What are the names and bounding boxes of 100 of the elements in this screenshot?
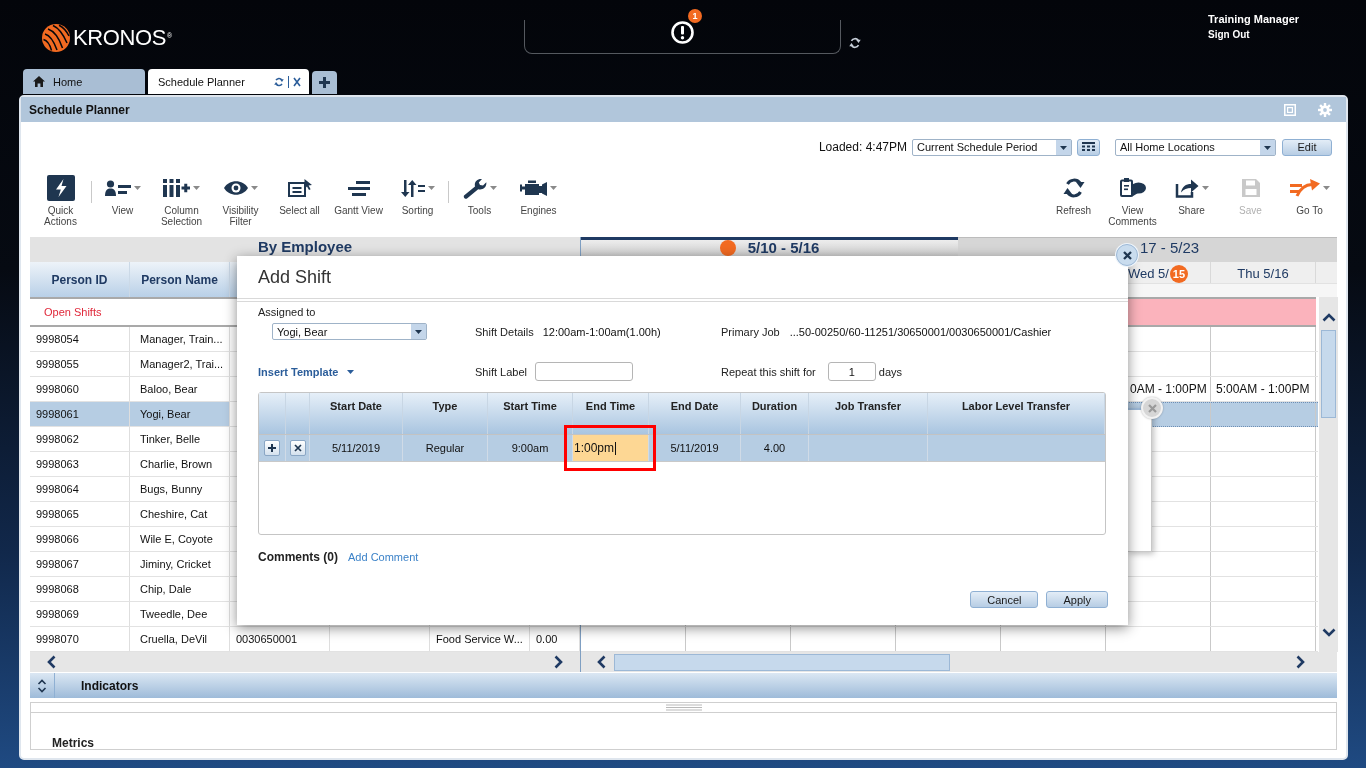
scroll-thumb[interactable] — [614, 653, 950, 671]
save-icon — [1241, 179, 1260, 197]
column-header[interactable]: Person ID — [30, 262, 130, 297]
table-cell[interactable]: 9998069 — [30, 602, 130, 626]
toolbar-button[interactable]: View Comments — [1103, 172, 1162, 236]
open-shift-cell[interactable] — [1128, 299, 1211, 325]
delete-row-button[interactable] — [289, 440, 306, 456]
caret-icon — [133, 186, 141, 190]
grip-icon[interactable] — [665, 704, 702, 711]
toolbar-button[interactable]: Go To — [1280, 172, 1339, 236]
week-header[interactable]: 17 - 5/23 — [958, 237, 1337, 256]
calendar-button[interactable] — [1077, 138, 1100, 156]
caret-icon — [1322, 186, 1330, 190]
table-cell[interactable]: 9998070 — [30, 627, 130, 651]
table-cell[interactable]: Baloo, Bear — [130, 377, 230, 401]
add-comment-link[interactable]: Add Comment — [348, 551, 419, 563]
toolbar-button[interactable]: Quick Actions — [31, 172, 90, 236]
open-shift-cell[interactable] — [1211, 299, 1316, 325]
table-cell[interactable]: 9998064 — [30, 477, 130, 501]
toolbar-button[interactable]: Tools — [450, 172, 509, 236]
table-cell[interactable]: Wile E, Coyote — [130, 527, 230, 551]
table-cell[interactable]: 9998067 — [30, 552, 130, 576]
chevron-right-icon[interactable] — [1296, 655, 1305, 669]
close-icon — [1122, 250, 1132, 260]
column-header: Labor Level Transfer — [928, 393, 1105, 434]
insert-template-link[interactable]: Insert Template — [258, 365, 354, 378]
chevron-up-icon[interactable] — [1321, 313, 1336, 322]
period-select[interactable]: Current Schedule Period — [912, 138, 1072, 156]
table-cell[interactable]: 9998055 — [30, 352, 130, 376]
table-cell[interactable]: Manager, Train... — [130, 327, 230, 351]
new-tab-button[interactable] — [312, 71, 337, 94]
grid-value: Regular — [425, 442, 465, 454]
toolbar-button[interactable]: Engines — [509, 172, 568, 236]
bars-icon — [347, 180, 370, 196]
wrench-icon — [462, 177, 487, 199]
scroll-thumb[interactable] — [1321, 330, 1336, 418]
table-cell[interactable]: Bugs, Bunny — [130, 477, 230, 501]
toolbar-button[interactable]: View — [93, 172, 152, 236]
sort-arrows-icon — [400, 179, 425, 197]
toolbar-button[interactable]: Column Selection — [152, 172, 211, 236]
alert-icon[interactable] — [671, 21, 694, 44]
columns-plus-icon — [163, 179, 190, 197]
chevron-left-icon[interactable] — [47, 655, 56, 669]
table-cell[interactable]: Tweedle, Dee — [130, 602, 230, 626]
table-cell[interactable]: 9998061 — [30, 402, 130, 426]
location-select[interactable]: All Home Locations — [1115, 138, 1276, 156]
close-button[interactable] — [1116, 244, 1138, 266]
shift-time[interactable]: 5:00AM - 1:00PM — [1216, 382, 1310, 396]
column-header[interactable]: Person Name — [130, 262, 230, 297]
unit-label: days — [878, 364, 903, 379]
caret-icon — [1201, 186, 1209, 190]
table-cell[interactable]: Yogi, Bear — [130, 402, 230, 426]
chevron-right-icon[interactable] — [554, 655, 563, 669]
table-cell[interactable]: Cruella, DeVil — [130, 627, 230, 651]
table-cell[interactable]: Charlie, Brown — [130, 452, 230, 476]
chevron-down-icon[interactable] — [1321, 628, 1336, 637]
refresh-icon[interactable] — [274, 76, 284, 87]
add-row-button[interactable] — [264, 440, 280, 456]
table-cell[interactable]: 9998060 — [30, 377, 130, 401]
toolbar-button[interactable]: Refresh — [1044, 172, 1103, 236]
table-cell[interactable]: Cheshire, Cat — [130, 502, 230, 526]
edit-button[interactable]: Edit — [1282, 138, 1332, 156]
week-header[interactable]: 5/10 - 5/16 — [581, 237, 958, 256]
table-cell[interactable]: Manager2, Trai... — [130, 352, 230, 376]
table-cell[interactable]: 9998065 — [30, 502, 130, 526]
assignee-select[interactable]: Yogi, Bear — [272, 323, 427, 340]
expand-collapse-icon[interactable] — [37, 678, 47, 693]
tab[interactable]: Home — [23, 69, 145, 94]
shift-time[interactable]: 0AM - 1:00PM — [1130, 382, 1207, 396]
sign-out-link[interactable]: Sign Out — [1208, 29, 1250, 41]
table-cell[interactable]: 9998062 — [30, 427, 130, 451]
repeat-count-field[interactable]: 1 — [827, 362, 876, 381]
end-time-field[interactable]: 1:00pm — [573, 435, 648, 461]
dialog-button[interactable]: Apply — [1046, 591, 1108, 608]
horizontal-scrollbar[interactable] — [581, 652, 1337, 672]
horizontal-scrollbar[interactable] — [30, 652, 580, 672]
table-cell[interactable]: Chip, Dale — [130, 577, 230, 601]
table-cell[interactable]: 9998063 — [30, 452, 130, 476]
table-cell[interactable]: 9998068 — [30, 577, 130, 601]
tab[interactable]: Schedule Planner — [148, 69, 309, 94]
toolbar-button[interactable]: Sorting — [388, 172, 447, 236]
toolbar-button[interactable]: Share — [1162, 172, 1221, 236]
refresh-icon[interactable] — [849, 37, 861, 49]
dialog-button[interactable]: Cancel — [970, 591, 1039, 608]
toolbar-button[interactable]: Gantt View — [329, 172, 388, 236]
toolbar-button[interactable]: Visibility Filter — [211, 172, 270, 236]
table-cell[interactable]: 9998054 — [30, 327, 130, 351]
caret-icon — [550, 186, 557, 190]
indicators-title: Indicators — [81, 678, 139, 693]
loaded-time: Loaded: 4:47PM — [818, 140, 907, 154]
shift-label-field[interactable] — [535, 362, 633, 381]
logo-wordmark: KRONOS — [73, 26, 166, 50]
table-cell[interactable]: Tinker, Belle — [130, 427, 230, 451]
table-cell[interactable]: Jiminy, Cricket — [130, 552, 230, 576]
vertical-scrollbar[interactable] — [1319, 297, 1338, 652]
close-icon[interactable] — [293, 76, 301, 87]
plus-icon — [319, 77, 330, 88]
table-cell[interactable]: 9998066 — [30, 527, 130, 551]
chevron-left-icon[interactable] — [597, 655, 606, 669]
toolbar-button[interactable]: Select all — [270, 172, 329, 236]
